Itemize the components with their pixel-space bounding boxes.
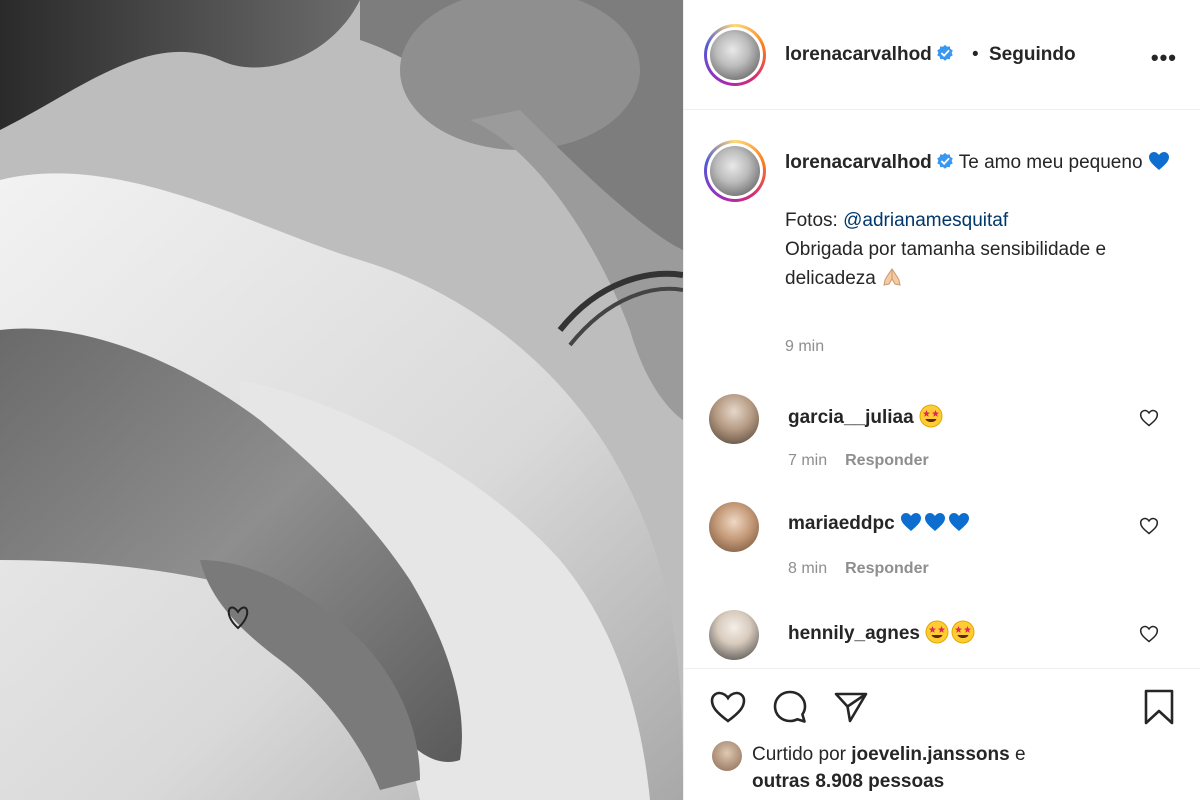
photographer-mention-link[interactable]: @adrianamesquitaf (843, 210, 1008, 231)
caption-author-avatar[interactable] (704, 140, 766, 202)
star-struck-emoji-icon (919, 404, 943, 428)
comment-item: hennily_agnes (684, 610, 1200, 668)
commenter-avatar[interactable] (709, 502, 759, 552)
blue-heart-icon (900, 513, 921, 531)
photo-illustration (0, 0, 683, 800)
star-struck-emoji-icon (951, 620, 975, 644)
reply-button[interactable]: Responder (845, 452, 929, 469)
caption-timestamp[interactable]: 9 min (785, 338, 824, 356)
commenter-username[interactable]: mariaeddpc (788, 513, 895, 534)
verified-badge-icon (937, 152, 953, 169)
author-avatar[interactable] (704, 24, 766, 86)
comment-timestamp[interactable]: 7 min (788, 452, 827, 469)
comment-text: mariaeddpc (788, 512, 972, 535)
comment-like-heart-icon[interactable] (1139, 408, 1159, 428)
blue-heart-icon (948, 513, 969, 531)
comment-like-heart-icon[interactable] (1139, 624, 1159, 644)
comment-bubble-icon[interactable] (770, 687, 810, 727)
caption-line-2: Obrigada por tamanha sensibilidade e del… (785, 239, 1107, 289)
post-photo[interactable] (0, 0, 683, 800)
blue-heart-icon (924, 513, 945, 531)
comment-text: garcia__juliaa (788, 404, 945, 429)
commenter-avatar[interactable] (709, 394, 759, 444)
comment-timestamp[interactable]: 8 min (788, 560, 827, 577)
verified-badge-icon (937, 44, 953, 61)
caption-line-1: Te amo meu pequeno (958, 152, 1143, 173)
likes-summary: Curtido por joevelin.janssons e outras 8… (752, 741, 1172, 795)
comment-meta: 8 min Responder (788, 560, 929, 578)
folded-hands-icon (881, 266, 903, 288)
caption-photos-prefix: Fotos: (785, 210, 838, 231)
comment-text: hennily_agnes (788, 620, 977, 645)
blue-heart-icon (1148, 152, 1169, 170)
likes-prefix: Curtido por (752, 744, 846, 765)
following-button[interactable]: Seguindo (989, 44, 1076, 66)
commenter-username[interactable]: hennily_agnes (788, 623, 920, 644)
caption-author-username[interactable]: lorenacarvalhod (785, 152, 954, 173)
like-heart-icon[interactable] (708, 687, 748, 727)
post-side-panel: lorenacarvalhod • Seguindo ••• lorenacar… (683, 0, 1200, 800)
commenter-avatar[interactable] (709, 610, 759, 660)
likes-count-link[interactable]: outras 8.908 pessoas (752, 771, 944, 792)
comment-item: garcia__juliaa 7 min Responder (684, 394, 1200, 484)
author-username[interactable]: lorenacarvalhod (785, 44, 954, 66)
comment-like-heart-icon[interactable] (1139, 516, 1159, 536)
post-header: lorenacarvalhod • Seguindo ••• (684, 0, 1200, 110)
more-options-button[interactable]: ••• (1151, 45, 1177, 71)
liker-username[interactable]: joevelin.janssons (851, 744, 1009, 765)
save-bookmark-icon[interactable] (1139, 687, 1179, 727)
commenter-username[interactable]: garcia__juliaa (788, 407, 914, 428)
comment-item: mariaeddpc 8 min Responder (684, 502, 1200, 592)
likes-connector: e (1014, 744, 1026, 765)
follow-separator: • (972, 44, 979, 65)
liker-avatar[interactable] (712, 741, 742, 771)
reply-button[interactable]: Responder (845, 560, 929, 577)
share-send-icon[interactable] (831, 687, 871, 727)
comment-meta: 7 min Responder (788, 452, 929, 470)
caption-text: lorenacarvalhod Te amo meu pequeno Fotos… (785, 148, 1175, 293)
star-struck-emoji-icon (925, 620, 949, 644)
post-actions-bar: Curtido por joevelin.janssons e outras 8… (684, 668, 1200, 800)
